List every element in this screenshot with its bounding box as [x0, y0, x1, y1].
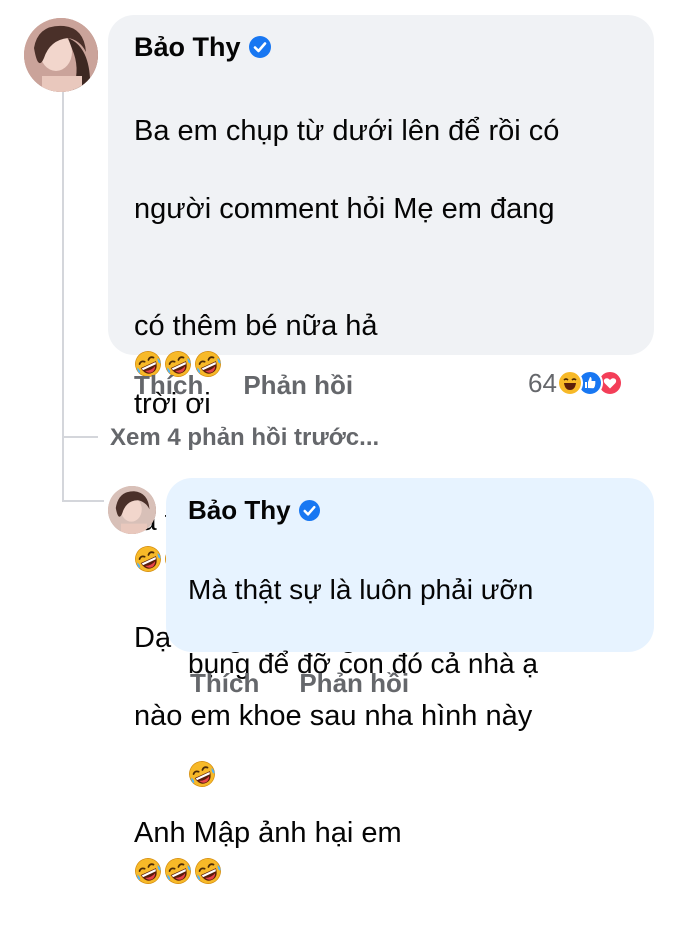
reply-bubble: Bảo Thy Mà thật sự là luôn phải ưỡn bụng… — [166, 478, 654, 652]
comment-bubble: Bảo Thy Ba em chụp từ dưới lên để rồi có… — [108, 15, 654, 355]
author-name[interactable]: Bảo Thy — [134, 31, 241, 63]
laughing-emoji-icon — [134, 545, 162, 573]
verified-badge-icon — [248, 36, 271, 58]
thread-line-vertical — [62, 92, 64, 502]
like-button[interactable]: Thích — [190, 668, 259, 698]
view-previous-replies-link[interactable]: Xem 4 phản hồi trước... — [110, 424, 379, 452]
comment-line: Ba em chụp từ dưới lên để rồi có — [134, 115, 560, 147]
comment-author: Bảo Thy — [134, 31, 271, 63]
reply-line — [188, 719, 648, 793]
author-name[interactable]: Bảo Thy — [188, 494, 291, 526]
laughing-emoji-icon — [134, 857, 162, 885]
laughing-emoji-icon — [164, 857, 192, 885]
comment-line-text: có thêm bé nữa hả — [134, 310, 378, 342]
verified-badge-icon — [298, 499, 320, 521]
laughing-emoji-icon — [194, 857, 222, 885]
reaction-icons — [556, 370, 623, 396]
avatar-photo-icon — [24, 18, 98, 92]
comment-line: người comment hỏi Mẹ em đang — [134, 193, 555, 225]
reply-line: Mà thật sự là luôn phải ưỡn — [188, 574, 534, 605]
thread-line-connector-1 — [62, 436, 98, 438]
laughing-emoji-icon — [188, 760, 216, 788]
reply-actions: Thích Phản hồi — [190, 668, 409, 698]
haha-reaction-icon — [556, 370, 583, 396]
reply-avatar[interactable] — [108, 486, 156, 534]
reply-button[interactable]: Phản hồi — [243, 370, 353, 400]
thread-line-connector-2 — [62, 500, 104, 502]
comment-line: có thêm bé nữa hả trời ơi — [134, 268, 644, 424]
reaction-count: 64 — [528, 368, 557, 398]
reply-button[interactable]: Phản hồi — [299, 668, 409, 698]
avatar[interactable] — [24, 18, 98, 92]
avatar-photo-icon — [108, 486, 156, 534]
reaction-summary[interactable]: 64 — [528, 366, 623, 400]
reply-author: Bảo Thy — [188, 494, 320, 526]
like-button[interactable]: Thích — [134, 370, 203, 400]
comment-actions: Thích Phản hồi — [134, 370, 353, 400]
